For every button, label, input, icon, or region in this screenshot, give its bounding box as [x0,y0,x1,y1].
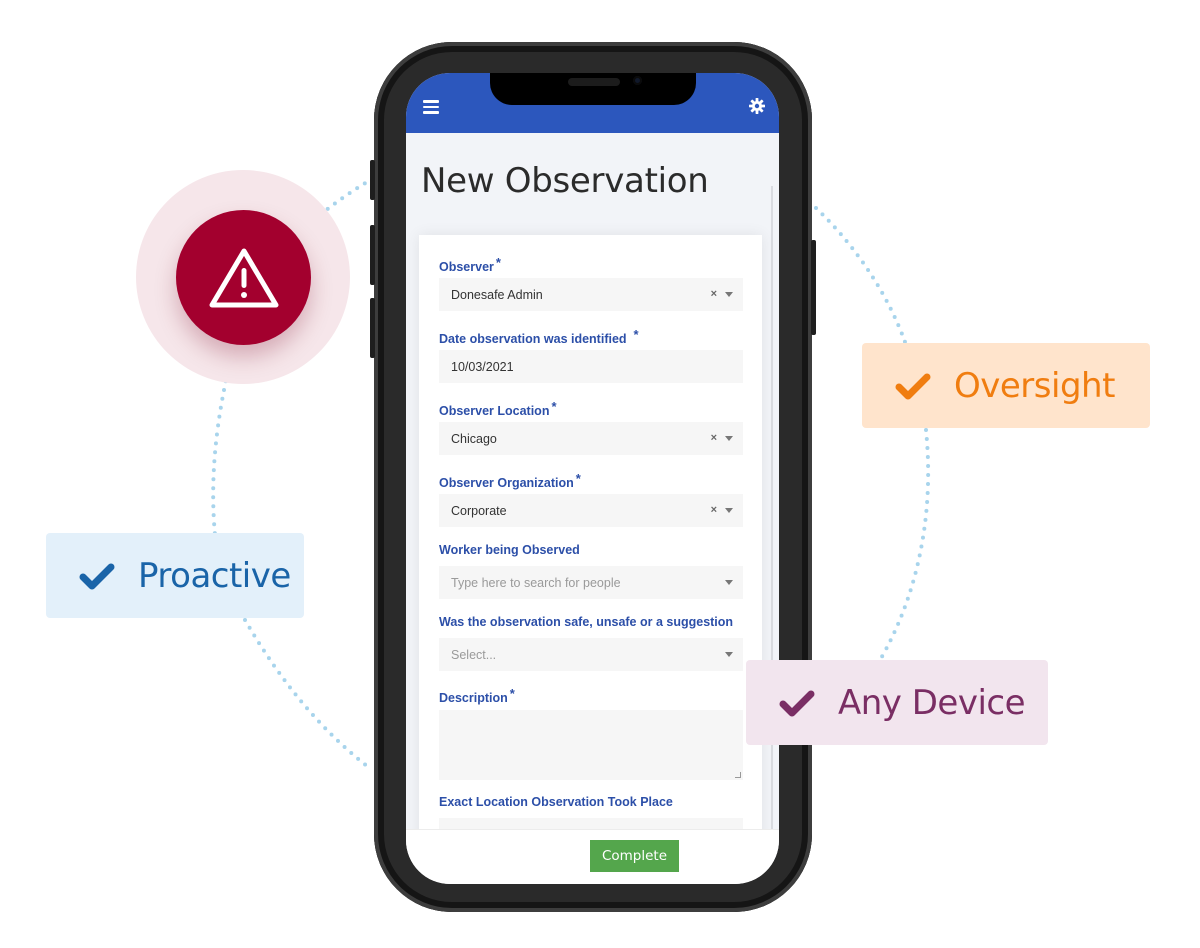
chevron-down-icon[interactable] [725,292,733,297]
select-placeholder: Type here to search for people [451,575,621,590]
safety-select[interactable]: Select... [439,638,743,671]
label-text: Description [439,691,508,705]
check-icon [79,563,115,589]
observer-select[interactable]: Donesafe Admin × [439,278,743,311]
field-label-exact-location: Exact Location Observation Took Place [439,795,673,809]
phone-screen: New Observation Observer * Donesafe Admin… [406,73,779,884]
gear-icon[interactable] [749,98,765,114]
check-icon [895,373,931,399]
observation-form: Observer * Donesafe Admin × Date observat… [419,235,762,855]
feature-badge-proactive: Proactive [46,533,304,618]
label-text: Worker being Observed [439,543,580,557]
clear-icon[interactable]: × [711,504,717,516]
select-value: Donesafe Admin [451,287,543,302]
feature-label: Any Device [838,682,1026,723]
form-footer: Complete [406,829,779,884]
alert-badge [176,210,311,345]
page-title: New Observation [421,161,709,201]
complete-button[interactable]: Complete [590,840,679,872]
check-icon [779,690,815,716]
input-value: 10/03/2021 [451,359,514,374]
field-label-organization: Observer Organization * [439,471,581,490]
required-marker: * [633,327,639,342]
phone-side-button [370,298,375,358]
label-text: Observer [439,260,494,274]
clear-icon[interactable]: × [711,288,717,300]
required-marker: * [509,686,515,701]
field-label-description: Description * [439,686,515,705]
phone-side-button [370,160,375,200]
hamburger-icon[interactable] [423,100,439,114]
chevron-down-icon[interactable] [725,652,733,657]
field-label-location: Observer Location * [439,399,557,418]
chevron-down-icon[interactable] [725,580,733,585]
clear-icon[interactable]: × [711,432,717,444]
required-marker: * [495,255,501,270]
label-text: Was the observation safe, unsafe or a su… [439,615,734,629]
field-label-date: Date observation was identified * [439,327,639,346]
select-placeholder: Select... [451,647,497,662]
chevron-down-icon[interactable] [725,508,733,513]
field-label-observer: Observer * [439,255,501,274]
label-text: Observer Location [439,404,550,418]
feature-label: Proactive [138,555,291,596]
chevron-down-icon[interactable] [725,436,733,441]
label-text: Date observation was identified [439,332,627,346]
select-value: Corporate [451,503,507,518]
field-label-safety: Was the observation safe, unsafe or a su… [439,615,733,629]
field-label-worker: Worker being Observed [439,543,580,557]
location-select[interactable]: Chicago × [439,422,743,455]
date-input[interactable]: 10/03/2021 [439,350,743,383]
phone-camera [633,76,642,85]
label-text: Exact Location Observation Took Place [439,795,673,809]
required-marker: * [575,471,581,486]
feature-label: Oversight [954,365,1115,406]
phone-side-button [370,225,375,285]
resize-handle[interactable] [735,772,741,778]
phone-speaker [568,78,620,86]
select-value: Chicago [451,431,497,446]
organization-select[interactable]: Corporate × [439,494,743,527]
label-text: Observer Organization [439,476,574,490]
feature-badge-any-device: Any Device [746,660,1048,745]
warning-triangle-icon [209,248,278,307]
feature-badge-oversight: Oversight [862,343,1150,428]
phone-side-button [811,240,816,335]
description-textarea[interactable] [439,710,743,780]
worker-search-select[interactable]: Type here to search for people [439,566,743,599]
required-marker: * [551,399,557,414]
